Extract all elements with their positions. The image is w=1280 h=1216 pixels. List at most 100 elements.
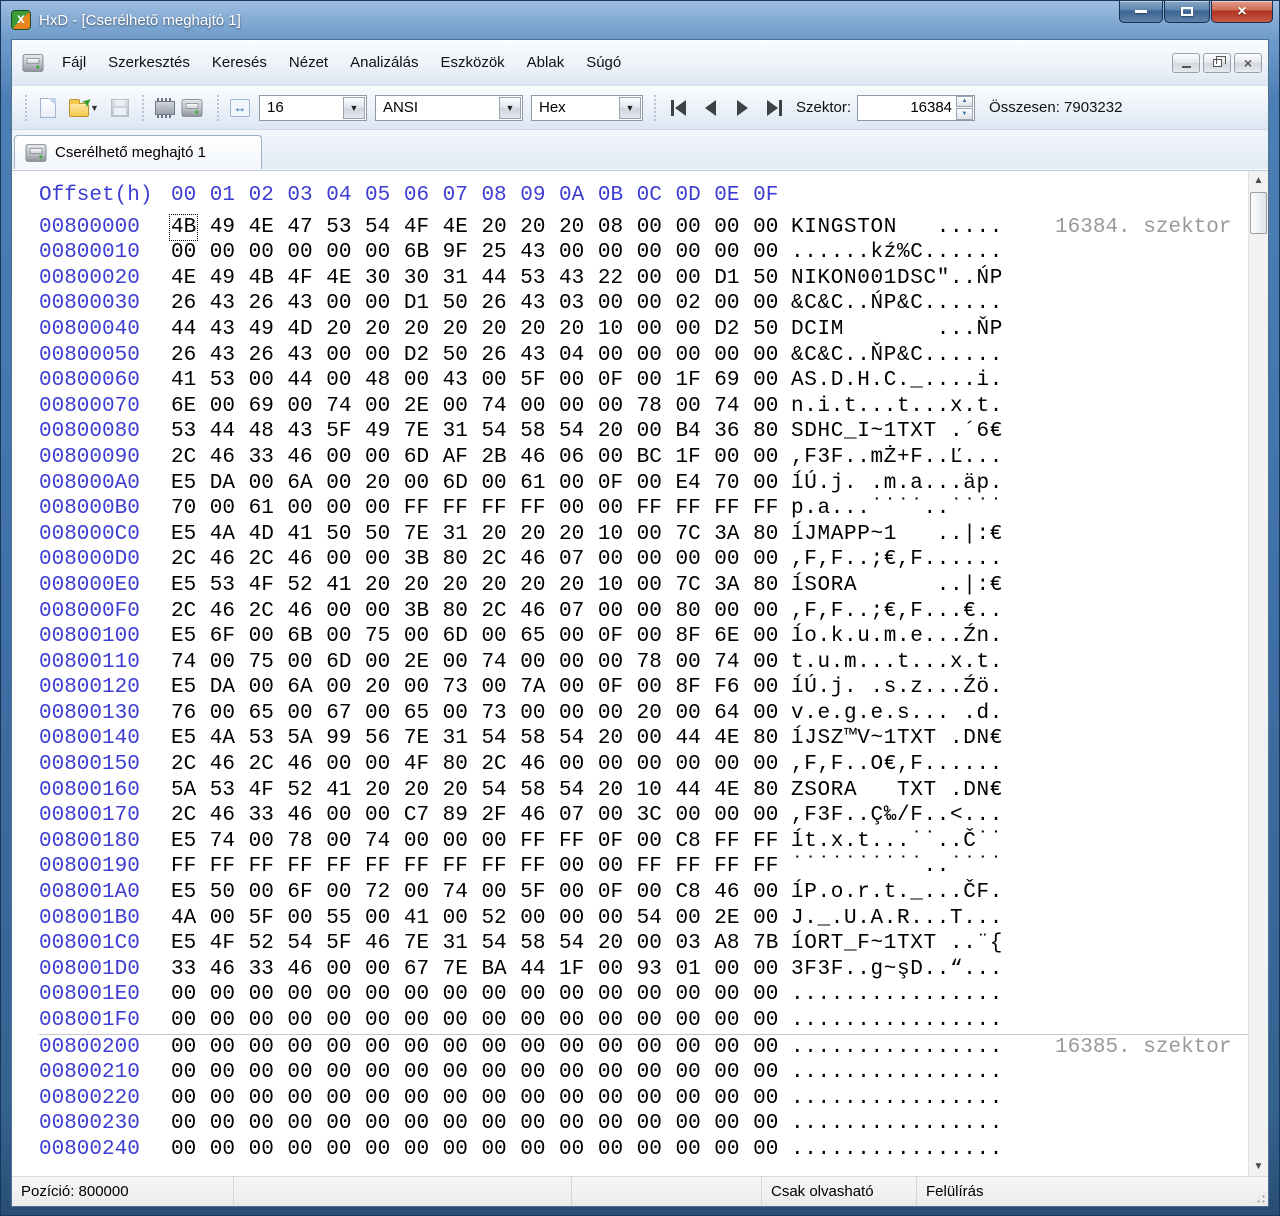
bytes-per-row-select[interactable]: 16 [259,94,367,121]
row-ascii[interactable]: p.a...˙˙˙˙..˙˙˙˙ [791,496,1003,522]
row-ascii[interactable]: 3F3F..g~şD..“... [791,957,1003,983]
row-bytes[interactable]: FF FF FF FF FF FF FF FF FF FF 00 00 FF F… [171,854,791,880]
row-bytes[interactable]: E5 50 00 6F 00 72 00 74 00 5F 00 0F 00 C… [171,880,791,906]
row-bytes[interactable]: 2C 46 2C 46 00 00 4F 80 2C 46 00 00 00 0… [171,752,791,778]
new-file-button[interactable] [33,93,63,123]
row-bytes[interactable]: E5 53 4F 52 41 20 20 20 20 20 20 10 00 7… [171,573,791,599]
menu-item-eszközök[interactable]: Eszközök [430,49,514,76]
row-bytes[interactable]: 00 00 00 00 00 00 6B 9F 25 43 00 00 00 0… [171,240,791,266]
row-ascii[interactable]: KINGSTON ..... [791,215,1003,241]
last-sector-button[interactable] [758,94,790,122]
mdi-minimize-button[interactable] [1172,52,1200,73]
row-ascii[interactable]: ................ [791,1008,1003,1034]
row-bytes[interactable]: 00 00 00 00 00 00 00 00 00 00 00 00 00 0… [171,1137,791,1163]
row-ascii[interactable]: ĺP.o.r.t._...ČF. [791,880,1003,906]
row-bytes[interactable]: 26 43 26 43 00 00 D1 50 26 43 03 00 00 0… [171,291,791,317]
row-bytes[interactable]: 00 00 00 00 00 00 00 00 00 00 00 00 00 0… [171,1008,791,1034]
chevron-down-icon[interactable] [619,96,641,119]
open-disk-button[interactable] [180,93,210,123]
row-bytes[interactable]: 44 43 49 4D 20 20 20 20 20 20 20 10 00 0… [171,317,791,343]
scroll-down-button[interactable]: ▼ [1249,1157,1268,1176]
sector-value[interactable]: 16384 [858,99,956,116]
row-ascii[interactable]: ĺÚ.j. .m.a...äp. [791,471,1003,497]
row-ascii[interactable]: ˙˙˙˙˙˙˙˙˙˙..˙˙˙˙ [791,854,1003,880]
open-ram-button[interactable] [150,93,180,123]
mdi-close-button[interactable]: × [1234,52,1262,73]
row-ascii[interactable]: ĺt.x.t...˙˙..Č˙˙ [791,829,1003,855]
row-ascii[interactable]: ......kź%C...... [791,240,1003,266]
row-bytes[interactable]: 2C 46 2C 46 00 00 3B 80 2C 46 07 00 00 8… [171,599,791,625]
spinner-down-button[interactable]: ▼ [956,108,974,120]
row-ascii[interactable]: ZSORA TXT .DN€ [791,778,1003,804]
row-bytes[interactable]: 76 00 65 00 67 00 65 00 73 00 00 00 20 0… [171,701,791,727]
row-bytes[interactable]: 74 00 75 00 6D 00 2E 00 74 00 00 00 78 0… [171,650,791,676]
row-bytes[interactable]: 6E 00 69 00 74 00 2E 00 74 00 00 00 78 0… [171,394,791,420]
row-ascii[interactable]: ĺo.k.u.m.e...Źn. [791,624,1003,650]
row-bytes[interactable]: 00 00 00 00 00 00 00 00 00 00 00 00 00 0… [171,1060,791,1086]
row-bytes[interactable]: 4A 00 5F 00 55 00 41 00 52 00 00 00 54 0… [171,906,791,932]
row-ascii[interactable]: ĺORT_F~1TXT ..¨{ [791,931,1003,957]
row-bytes[interactable]: E5 4A 4D 41 50 50 7E 31 20 20 20 10 00 7… [171,522,791,548]
row-ascii[interactable]: ĺJSZ™V~1TXT .DN€ [791,726,1003,752]
row-bytes[interactable]: E5 4A 53 5A 99 56 7E 31 54 58 54 20 00 4… [171,726,791,752]
scrollbar-thumb[interactable] [1250,192,1267,234]
row-bytes[interactable]: 00 00 00 00 00 00 00 00 00 00 00 00 00 0… [171,1086,791,1112]
row-ascii[interactable]: ,F,F..O€,F...... [791,752,1003,778]
row-ascii[interactable]: ................ [791,1035,1003,1061]
offset-base-select[interactable]: Hex [531,94,643,121]
bytes-per-row-button[interactable]: ↔ [225,93,255,123]
row-ascii[interactable]: ,F3F..mŻ+F..Ľ... [791,445,1003,471]
first-sector-button[interactable] [662,94,694,122]
row-ascii[interactable]: ĺÚ.j. .s.z...Źö. [791,675,1003,701]
row-bytes[interactable]: E5 4F 52 54 5F 46 7E 31 54 58 54 20 00 0… [171,931,791,957]
save-button[interactable] [105,93,135,123]
row-bytes[interactable]: 4B 49 4E 47 53 54 4F 4E 20 20 20 08 00 0… [168,213,791,241]
row-bytes[interactable]: E5 DA 00 6A 00 20 00 6D 00 61 00 0F 00 E… [171,471,791,497]
row-ascii[interactable]: ................ [791,1086,1003,1112]
hex-pane[interactable]: Offset(h) 00 01 02 03 04 05 06 07 08 09 0… [12,171,1248,1176]
caret-byte[interactable]: 4B [168,213,199,241]
row-bytes[interactable]: 53 44 48 43 5F 49 7E 31 54 58 54 20 00 B… [171,419,791,445]
row-ascii[interactable]: ĺJMAPP~1 ..|:€ [791,522,1003,548]
open-file-button[interactable]: ▼ [63,93,105,123]
resize-grip[interactable] [1252,1190,1266,1204]
row-bytes[interactable]: 2C 46 2C 46 00 00 3B 80 2C 46 07 00 00 0… [171,547,791,573]
menu-item-ablak[interactable]: Ablak [517,49,575,76]
row-ascii[interactable]: ................ [791,1111,1003,1137]
row-bytes[interactable]: 5A 53 4F 52 41 20 20 20 54 58 54 20 10 4… [171,778,791,804]
row-bytes[interactable]: 2C 46 33 46 00 00 6D AF 2B 46 06 00 BC 1… [171,445,791,471]
close-button[interactable]: × [1211,1,1273,23]
row-bytes[interactable]: E5 6F 00 6B 00 75 00 6D 00 65 00 0F 00 8… [171,624,791,650]
menu-item-nézet[interactable]: Nézet [279,49,338,76]
maximize-button[interactable] [1164,1,1210,23]
row-bytes[interactable]: 2C 46 33 46 00 00 C7 89 2F 46 07 00 3C 0… [171,803,791,829]
menu-item-analizálás[interactable]: Analizálás [340,49,428,76]
chevron-down-icon[interactable] [343,96,365,119]
row-ascii[interactable]: &C&C..ŃP&C...... [791,291,1003,317]
row-bytes[interactable]: 26 43 26 43 00 00 D2 50 26 43 04 00 00 0… [171,343,791,369]
row-ascii[interactable]: &C&C..ŇP&C...... [791,343,1003,369]
row-ascii[interactable]: SDHC_I~1TXT .´6€ [791,419,1003,445]
row-ascii[interactable]: J._.U.A.R...T... [791,906,1003,932]
minimize-button[interactable] [1119,1,1163,23]
row-bytes[interactable]: 00 00 00 00 00 00 00 00 00 00 00 00 00 0… [171,982,791,1008]
row-ascii[interactable]: ĺSORA ..|:€ [791,573,1003,599]
row-ascii[interactable]: ,F,F..;€,F...... [791,547,1003,573]
menu-item-súgó[interactable]: Súgó [576,49,631,76]
row-ascii[interactable]: NIKON001DSC"..ŃP [791,266,1003,292]
row-ascii[interactable]: t.u.m...t...x.t. [791,650,1003,676]
row-bytes[interactable]: 41 53 00 44 00 48 00 43 00 5F 00 0F 00 1… [171,368,791,394]
scrollbar-track[interactable] [1249,190,1268,1157]
row-ascii[interactable]: ,F3F..Ç‰/F..<... [791,803,1003,829]
row-ascii[interactable]: v.e.g.e.s... .d. [791,701,1003,727]
row-bytes[interactable]: 33 46 33 46 00 00 67 7E BA 44 1F 00 93 0… [171,957,791,983]
scroll-up-button[interactable]: ▲ [1249,171,1268,190]
row-ascii[interactable]: ................ [791,1137,1003,1163]
row-bytes[interactable]: 70 00 61 00 00 00 FF FF FF FF 00 00 FF F… [171,496,791,522]
row-bytes[interactable]: E5 74 00 78 00 74 00 00 00 FF FF 0F 00 C… [171,829,791,855]
row-bytes[interactable]: E5 DA 00 6A 00 20 00 73 00 7A 00 0F 00 8… [171,675,791,701]
menu-item-keresés[interactable]: Keresés [202,49,277,76]
tab-removable-drive[interactable]: Cserélhető meghajtó 1 [14,135,262,169]
vertical-scrollbar[interactable]: ▲ ▼ [1248,171,1268,1176]
menu-item-fájl[interactable]: Fájl [52,49,96,76]
